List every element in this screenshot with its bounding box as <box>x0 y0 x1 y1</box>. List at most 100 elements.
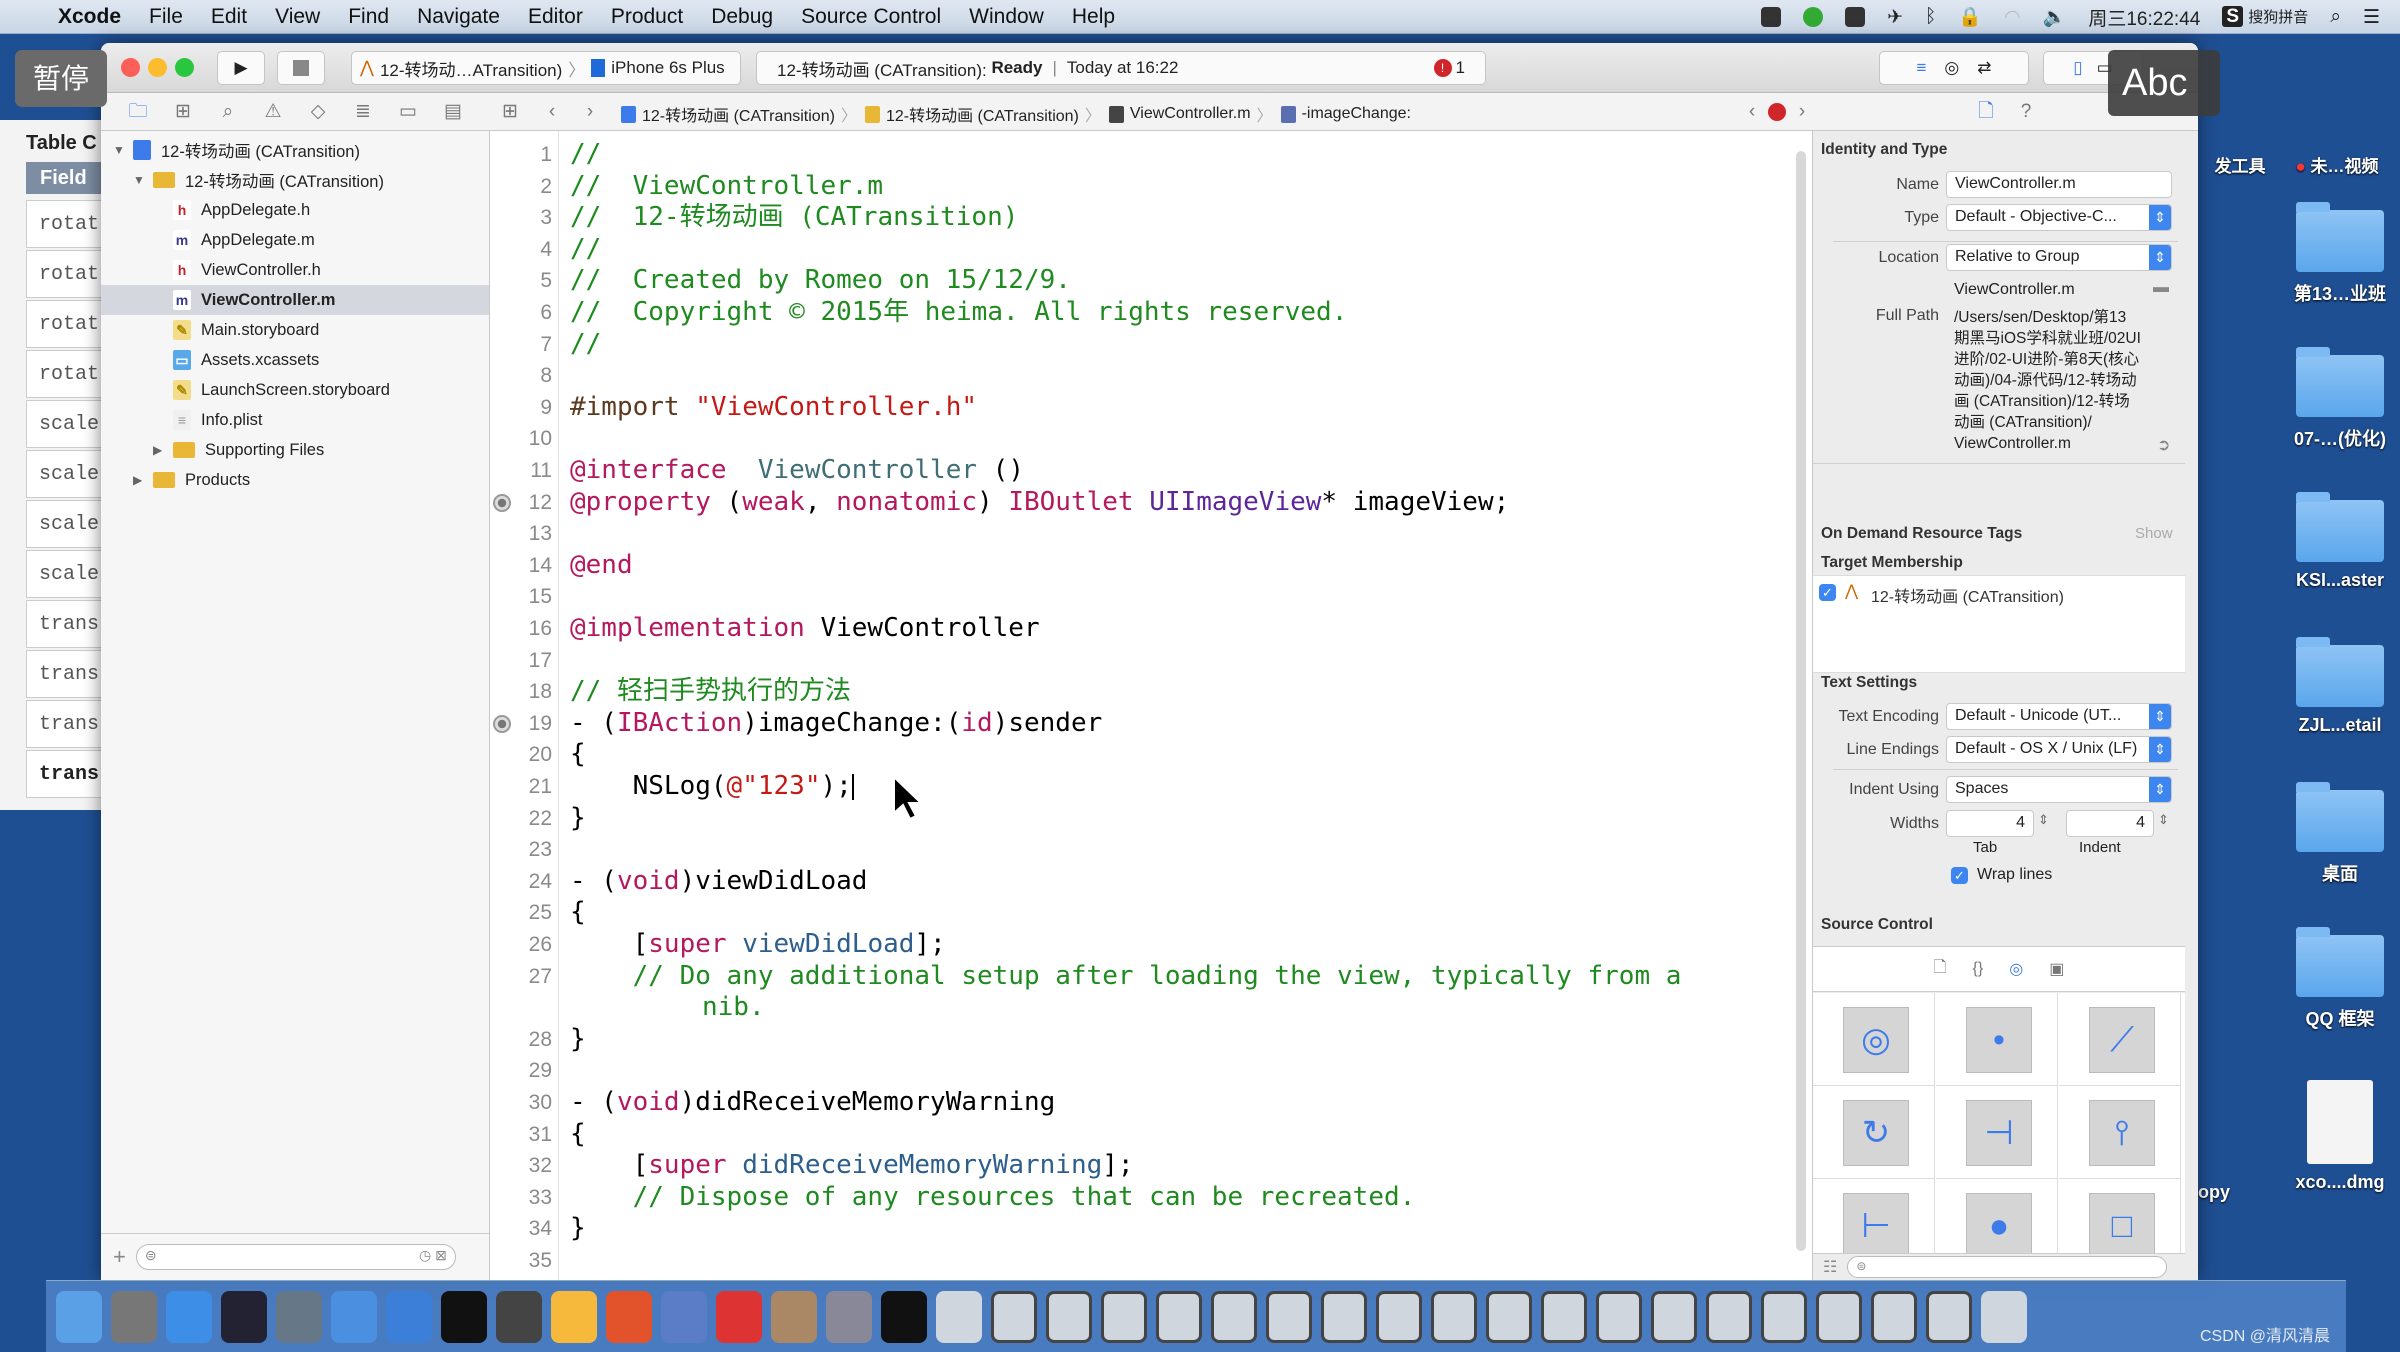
navigator-item[interactable]: ✎ LaunchScreen.storyboard <box>101 375 489 405</box>
table-cell[interactable]: scale <box>26 550 110 598</box>
lock-icon[interactable]: 🔒 <box>1958 5 1982 29</box>
desktop-icon[interactable]: QQ 框架 <box>2290 927 2390 1031</box>
jump-bar-item[interactable]: ViewController.m 〉 <box>1108 102 1273 126</box>
code-line[interactable]: - (IBAction)imageChange:(id)sender <box>570 708 1102 740</box>
library-item[interactable]: ↻ <box>1813 1086 1935 1179</box>
indent-width-field[interactable]: 4 <box>2066 810 2154 837</box>
table-cell[interactable]: rotat <box>26 300 110 348</box>
disclosure-closed-icon[interactable]: ▶ <box>153 443 167 457</box>
previous-issue-icon[interactable]: ‹ <box>1741 101 1763 123</box>
line-number[interactable]: 16 <box>492 617 552 641</box>
dock-app-icon[interactable] <box>1871 1290 1917 1343</box>
line-number[interactable]: 13 <box>492 522 552 546</box>
filter-input[interactable]: ⊜ ◷ ⊠ <box>135 1244 456 1270</box>
jump-bar-item[interactable]: 12-转场动画 (CATransition) 〉 <box>621 102 857 126</box>
volume-icon[interactable]: 🔈 <box>2043 5 2067 29</box>
table-cell[interactable]: scale <box>26 400 110 448</box>
dock-app-icon[interactable] <box>111 1290 157 1343</box>
close-button[interactable] <box>121 58 140 77</box>
navigator-item[interactable]: m AppDelegate.m <box>101 225 489 255</box>
menu-edit[interactable]: Edit <box>211 5 247 29</box>
report-navigator-icon[interactable]: ▤ <box>442 101 464 123</box>
library-item[interactable]: ⟋ <box>2059 993 2181 1086</box>
library-item[interactable]: ⊣ <box>1936 1086 2058 1179</box>
pause-overlay[interactable]: 暂停 <box>15 50 107 107</box>
target-checkbox[interactable]: ✓ <box>1819 584 1836 601</box>
dock-app-icon[interactable] <box>716 1290 762 1343</box>
navigator-item[interactable]: ✎ Main.storyboard <box>101 315 489 345</box>
code-line[interactable]: NSLog(@"123"); <box>570 771 854 803</box>
minimize-button[interactable] <box>148 58 167 77</box>
menu-editor[interactable]: Editor <box>528 5 583 29</box>
input-method[interactable]: S 搜狗拼音 <box>2222 6 2308 28</box>
code-line[interactable]: // Copyright © 2015年 heima. All rights r… <box>570 297 1347 329</box>
dock-app-icon[interactable] <box>661 1290 707 1343</box>
indent-popup[interactable]: Spaces <box>1946 776 2172 803</box>
dock-app-icon[interactable] <box>1211 1290 1257 1343</box>
code-line[interactable]: // Created by Romeo on 15/12/9. <box>570 265 1071 297</box>
menu-window[interactable]: Window <box>969 5 1044 29</box>
airplane-icon[interactable]: ✈ <box>1887 6 1903 29</box>
navigator-item[interactable]: ▶ Products <box>101 465 489 495</box>
dock-app-icon[interactable] <box>1486 1290 1532 1343</box>
version-editor-icon[interactable]: ⇄ <box>1977 58 1991 78</box>
media-library-icon[interactable]: ▣ <box>2049 959 2064 979</box>
table-cell[interactable]: rotat <box>26 200 110 248</box>
line-number[interactable]: 21 <box>492 775 552 799</box>
desktop-icon[interactable]: 07-…(优化) <box>2290 347 2390 451</box>
line-number[interactable]: 31 <box>492 1123 552 1147</box>
dock-app-icon[interactable] <box>166 1290 212 1343</box>
line-number[interactable]: 2 <box>492 175 552 199</box>
line-number[interactable]: 10 <box>492 427 552 451</box>
library-item[interactable]: • <box>1936 993 2058 1086</box>
find-navigator-icon[interactable]: ⌕ <box>217 101 239 123</box>
odr-show-button[interactable]: Show <box>2135 525 2173 542</box>
dock-app-icon[interactable] <box>606 1290 652 1343</box>
navigator-item[interactable]: h AppDelegate.h <box>101 195 489 225</box>
dock-app-icon[interactable] <box>441 1290 487 1343</box>
dock-app-icon[interactable] <box>1541 1290 1587 1343</box>
line-number[interactable]: 17 <box>492 649 552 673</box>
code-line[interactable]: } <box>570 803 586 835</box>
navigator-item[interactable]: h ViewController.h <box>101 255 489 285</box>
dock-app-icon[interactable] <box>1651 1290 1697 1343</box>
desktop-icon[interactable]: ZJL...etail <box>2290 637 2390 736</box>
add-icon[interactable]: + <box>113 1244 126 1270</box>
dock-app-icon[interactable] <box>1321 1290 1367 1343</box>
reveal-arrow-icon[interactable]: ➲ <box>2157 435 2170 455</box>
navigator-toggle-icon[interactable]: ▯ <box>2073 58 2082 78</box>
next-issue-icon[interactable]: › <box>1791 101 1813 123</box>
code-line[interactable]: { <box>570 739 586 771</box>
line-number[interactable]: 14 <box>492 554 552 578</box>
line-number[interactable]: 27 <box>492 965 552 989</box>
code-line[interactable]: @end <box>570 550 633 582</box>
list-icon[interactable]: ☰ <box>2363 6 2380 29</box>
line-number[interactable]: 5 <box>492 269 552 293</box>
navigator-item[interactable]: ▼ 12-转场动画 (CATransition) <box>101 135 489 165</box>
desktop-icon[interactable]: xco....dmg <box>2290 1080 2390 1193</box>
navigator-item[interactable]: ▶ Supporting Files <box>101 435 489 465</box>
jump-bar-item[interactable]: -imageChange: <box>1280 105 1411 123</box>
line-number[interactable]: 15 <box>492 585 552 609</box>
dock-app-icon[interactable] <box>1706 1290 1752 1343</box>
line-number[interactable]: 33 <box>492 1186 552 1210</box>
wrap-lines-checkbox[interactable]: ✓ <box>1951 867 1968 884</box>
test-navigator-icon[interactable]: ◇ <box>307 101 329 123</box>
table-cell[interactable]: transla <box>26 750 123 798</box>
line-number[interactable]: 26 <box>492 933 552 957</box>
disclosure-open-icon[interactable]: ▼ <box>133 173 147 187</box>
line-number[interactable]: 7 <box>492 333 552 357</box>
disclosure-closed-icon[interactable]: ▶ <box>133 473 147 487</box>
line-number[interactable]: 25 <box>492 901 552 925</box>
dock-app-icon[interactable] <box>386 1290 432 1343</box>
code-line[interactable]: // <box>570 329 601 361</box>
back-icon[interactable]: ‹ <box>541 101 563 123</box>
forward-icon[interactable]: › <box>579 101 601 123</box>
dock-app-icon[interactable] <box>936 1290 982 1343</box>
disclosure-open-icon[interactable]: ▼ <box>113 143 127 157</box>
endings-popup[interactable]: Default - OS X / Unix (LF) <box>1946 736 2172 763</box>
error-indicator[interactable]: ! 1 <box>1433 58 1465 78</box>
table-cell[interactable]: trans <box>26 600 110 648</box>
line-number[interactable]: 35 <box>492 1249 552 1273</box>
table-cell[interactable]: rotat <box>26 250 110 298</box>
